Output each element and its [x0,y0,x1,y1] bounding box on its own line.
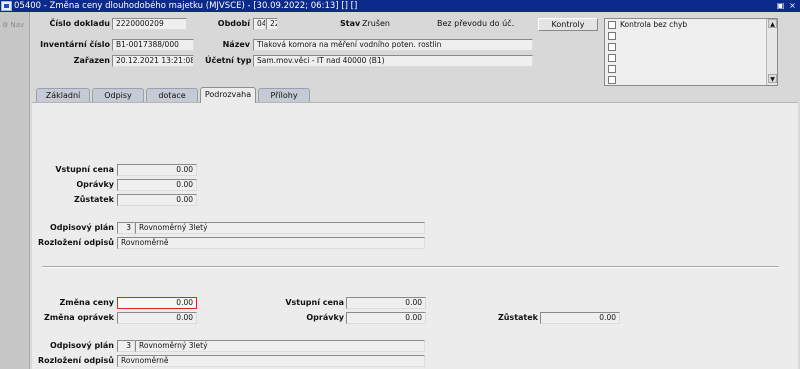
vstupni-cena-label: Vstupní cena [55,165,114,174]
title-bar: 05400 - Změna ceny dlouhodobého majetku … [0,0,800,12]
zustatek-field[interactable]: 0.00 [117,194,197,206]
bottom-odpisovy-plan-name-field[interactable]: Rovnoměrný 3letý [135,340,425,352]
odpisovy-plan-code-field[interactable]: 3 [117,222,135,234]
bottom-vstupni-cena-label: Vstupní cena [285,298,344,307]
cislo-dokladu-label: Číslo dokladu [49,19,110,28]
tab-zakladni[interactable]: Základní [36,88,90,102]
bottom-zustatek-field[interactable]: 0.00 [540,312,620,324]
stav-label: Stav [340,19,361,28]
zarazen-label: Zařazen [73,56,110,65]
bottom-zustatek-label: Zůstatek [497,313,538,322]
checkbox-empty[interactable] [608,32,616,40]
tab-prilohy[interactable]: Přílohy [258,88,310,102]
rozlozeni-odpisu-label: Rozložení odpisů [37,238,114,247]
checkbox-empty[interactable] [608,43,616,51]
inventarni-cislo-label: Inventární číslo [40,40,110,49]
bottom-rozlozeni-odpisu-label: Rozložení odpisů [37,356,114,365]
bottom-opravky-label: Oprávky [306,313,344,322]
rozlozeni-odpisu-field[interactable]: Rovnoměrně [117,237,425,249]
bottom-odpisovy-plan-code-field[interactable]: 3 [117,340,135,352]
zustatek-label: Zůstatek [73,195,114,204]
tab-panel [32,102,798,369]
checkbox-empty[interactable] [608,76,616,84]
tab-odpisy[interactable]: Odpisy [92,88,144,102]
section-divider [42,266,779,268]
restore-icon[interactable]: ▣ [776,1,785,10]
zmena-ceny-label: Změna ceny [59,298,114,307]
inventarni-cislo-field[interactable]: B1-0017388/000 [112,39,194,51]
vstupni-cena-field[interactable]: 0.00 [117,164,197,176]
obdobi-label: Období [217,19,250,28]
gear-icon: ⚙ [2,21,9,29]
bottom-opravky-field[interactable]: 0.00 [346,312,426,324]
checkbox-kontrola[interactable] [608,21,616,29]
scroll-up-icon[interactable]: ▲ [768,19,777,28]
nav-button[interactable]: ⚙ Nav [2,21,24,29]
obdobi-month-field[interactable]: 04 [253,18,266,30]
opravky-field[interactable]: 0.00 [117,179,197,191]
scroll-down-icon[interactable]: ▼ [768,74,777,83]
close-icon[interactable]: × [788,1,797,10]
ucetni-typ-label: Účetní typ [205,56,252,65]
cislo-dokladu-field[interactable]: 2220000209 [112,18,187,30]
checkbox-kontrola-label: Kontrola bez chyb [620,20,688,29]
bottom-rozlozeni-odpisu-field[interactable]: Rovnoměrně [117,355,425,367]
window-title: 05400 - Změna ceny dlouhodobého majetku … [14,1,358,11]
checkbox-empty[interactable] [608,54,616,62]
nav-label: Nav [10,21,25,29]
tab-dotace[interactable]: dotace [146,88,198,102]
prevod-text: Bez převodu do úč. [437,19,515,28]
zmena-opravek-field[interactable]: 0.00 [117,312,197,324]
app-icon [1,1,12,11]
zarazen-field[interactable]: 20.12.2021 13:21:08 [112,55,194,67]
left-strip [0,12,30,369]
zmena-opravek-label: Změna oprávek [44,313,114,322]
odpisovy-plan-name-field[interactable]: Rovnoměrný 3letý [135,222,425,234]
nazev-label: Název [222,40,250,49]
kontroly-button[interactable]: Kontroly [538,18,598,31]
tab-podrozvaha[interactable]: Podrozvaha [200,87,256,103]
stav-value: Zrušen [362,19,390,28]
opravky-label: Oprávky [76,180,114,189]
checklist-scrollbar[interactable]: ▲ ▼ [766,19,777,85]
bottom-odpisovy-plan-label: Odpisový plán [49,341,114,350]
bottom-vstupni-cena-field[interactable]: 0.00 [346,297,426,309]
nazev-field[interactable]: Tlaková komora na měření vodního poten. … [253,39,533,51]
obdobi-year-field[interactable]: 22 [266,18,278,30]
odpisovy-plan-label: Odpisový plán [49,223,114,232]
checkbox-empty[interactable] [608,65,616,73]
zmena-ceny-field[interactable]: 0.00 [117,297,197,309]
ucetni-typ-field[interactable]: Sam.mov.věci - IT nad 40000 (B1) [253,55,533,67]
